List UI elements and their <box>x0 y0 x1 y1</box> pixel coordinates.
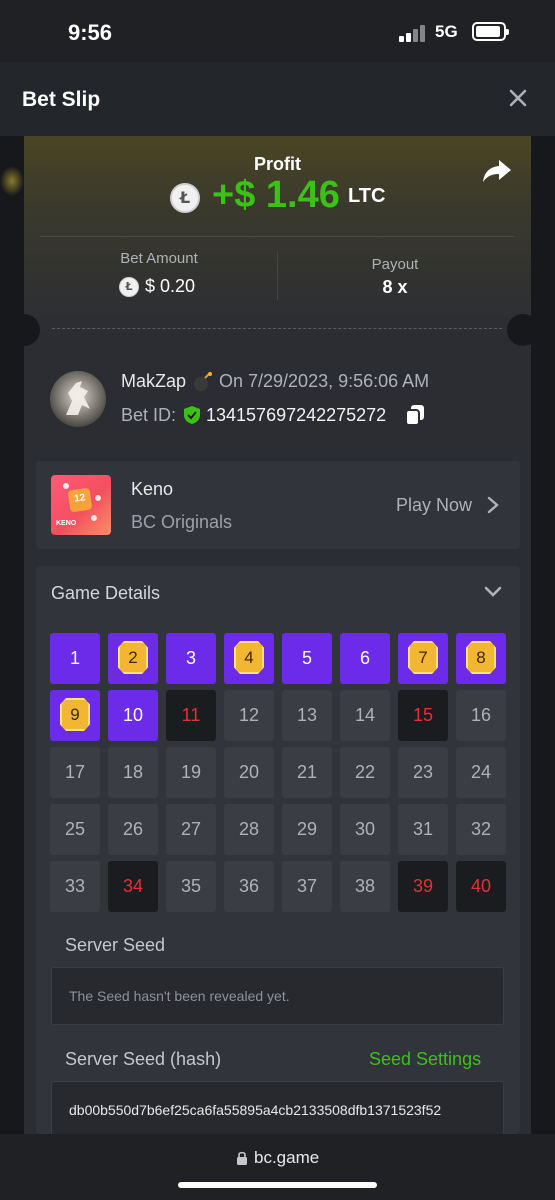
keno-cell-28: 28 <box>224 804 274 855</box>
keno-cell-36: 36 <box>224 861 274 912</box>
bet-id-label: Bet ID: <box>121 405 177 425</box>
hit-gem-icon: 8 <box>466 641 496 674</box>
keno-cell-5: 5 <box>282 633 332 684</box>
profit-amount: +$ 1.46 <box>212 174 340 216</box>
keno-cell-24: 24 <box>456 747 506 798</box>
verified-shield-icon <box>184 406 200 424</box>
keno-cell-9: 9 <box>50 690 100 741</box>
keno-grid: 1 2 3 4 5 6 7 8 9 10 11 12 13 14 15 16 17 18 19 20 21 22 23 24 2… <box>50 633 506 913</box>
bet-amount-label: Bet Amount <box>120 250 198 267</box>
bet-amount-value: $ 0.20 <box>145 276 196 296</box>
copy-icon[interactable] <box>404 404 426 426</box>
ticket-notch-right <box>507 314 539 346</box>
payout-label: Payout <box>371 256 419 273</box>
game-provider: BC Originals <box>131 512 233 532</box>
server-seed-hash-value: db00b550d7b6ef25ca6fa55895a4cb2133508dfb… <box>69 1102 442 1118</box>
signal-icon <box>399 24 427 42</box>
keno-cell-17: 17 <box>50 747 100 798</box>
payout-value: 8 x <box>382 277 408 297</box>
seed-settings-link[interactable]: Seed Settings <box>369 1049 481 1070</box>
keno-cell-4: 4 <box>224 633 274 684</box>
play-now-link[interactable]: Play Now <box>396 495 472 516</box>
lock-icon <box>237 1151 247 1165</box>
user-name[interactable]: MakZap <box>121 371 186 392</box>
keno-cell-8: 8 <box>456 633 506 684</box>
keno-cell-38: 38 <box>340 861 390 912</box>
keno-cell-3: 3 <box>166 633 216 684</box>
ltc-coin-icon <box>170 183 200 213</box>
bet-date: On 7/29/2023, 9:56:06 AM <box>219 371 430 391</box>
keno-cell-34: 34 <box>108 861 158 912</box>
close-icon[interactable] <box>506 86 530 110</box>
hit-gem-icon: 2 <box>118 641 148 674</box>
keno-cell-13: 13 <box>282 690 332 741</box>
ltc-coin-small-icon <box>119 277 139 297</box>
profit-label: Profit <box>254 154 301 174</box>
server-seed-label: Server Seed <box>65 935 166 955</box>
keno-cell-1: 1 <box>50 633 100 684</box>
keno-cell-18: 18 <box>108 747 158 798</box>
bet-id-value: 134157697242275272 <box>206 405 387 425</box>
network-label: 5G <box>435 22 458 41</box>
dashed-divider <box>52 328 502 329</box>
keno-cell-21: 21 <box>282 747 332 798</box>
ticket-notch-left <box>8 314 40 346</box>
keno-cell-26: 26 <box>108 804 158 855</box>
keno-thumbnail[interactable]: 12 KENO <box>51 475 111 535</box>
keno-cell-39: 39 <box>398 861 448 912</box>
hit-gem-icon: 4 <box>234 641 264 674</box>
battery-icon <box>472 22 509 41</box>
keno-cell-40: 40 <box>456 861 506 912</box>
server-seed-hash-label: Server Seed (hash) <box>65 1049 222 1069</box>
game-details-title[interactable]: Game Details <box>51 583 160 604</box>
keno-cell-22: 22 <box>340 747 390 798</box>
chevron-right-icon[interactable] <box>486 496 500 514</box>
keno-cell-10: 10 <box>108 690 158 741</box>
hit-gem-icon: 7 <box>408 641 438 674</box>
status-time: 9:56 <box>68 20 113 45</box>
server-seed-value: The Seed hasn't been revealed yet. <box>69 988 290 1004</box>
url-text[interactable]: bc.game <box>254 1148 319 1168</box>
keno-cell-27: 27 <box>166 804 216 855</box>
keno-cell-32: 32 <box>456 804 506 855</box>
keno-cell-29: 29 <box>282 804 332 855</box>
chevron-down-icon[interactable] <box>483 584 503 600</box>
bomb-icon <box>194 372 212 391</box>
keno-cell-25: 25 <box>50 804 100 855</box>
share-icon[interactable] <box>482 158 512 184</box>
divider <box>40 236 514 237</box>
home-indicator[interactable] <box>178 1182 377 1188</box>
keno-cell-11: 11 <box>166 690 216 741</box>
divider <box>277 252 278 300</box>
keno-cell-35: 35 <box>166 861 216 912</box>
keno-cell-7: 7 <box>398 633 448 684</box>
keno-cell-23: 23 <box>398 747 448 798</box>
page-title: Bet Slip <box>22 88 101 111</box>
keno-cell-33: 33 <box>50 861 100 912</box>
profit-currency: LTC <box>348 185 386 207</box>
keno-thumb-label: KENO <box>56 520 77 527</box>
hit-gem-icon: 9 <box>60 698 90 731</box>
keno-cell-6: 6 <box>340 633 390 684</box>
keno-cell-37: 37 <box>282 861 332 912</box>
keno-cell-2: 2 <box>108 633 158 684</box>
keno-cell-30: 30 <box>340 804 390 855</box>
keno-cell-16: 16 <box>456 690 506 741</box>
game-name: Keno <box>131 479 174 499</box>
keno-cell-19: 19 <box>166 747 216 798</box>
bet-slip-header: Bet Slip <box>0 62 555 136</box>
keno-cell-14: 14 <box>340 690 390 741</box>
keno-cell-15: 15 <box>398 690 448 741</box>
status-bar: 9:56 5G <box>0 0 555 62</box>
keno-cell-20: 20 <box>224 747 274 798</box>
keno-cell-31: 31 <box>398 804 448 855</box>
avatar[interactable] <box>50 371 106 427</box>
keno-cell-12: 12 <box>224 690 274 741</box>
